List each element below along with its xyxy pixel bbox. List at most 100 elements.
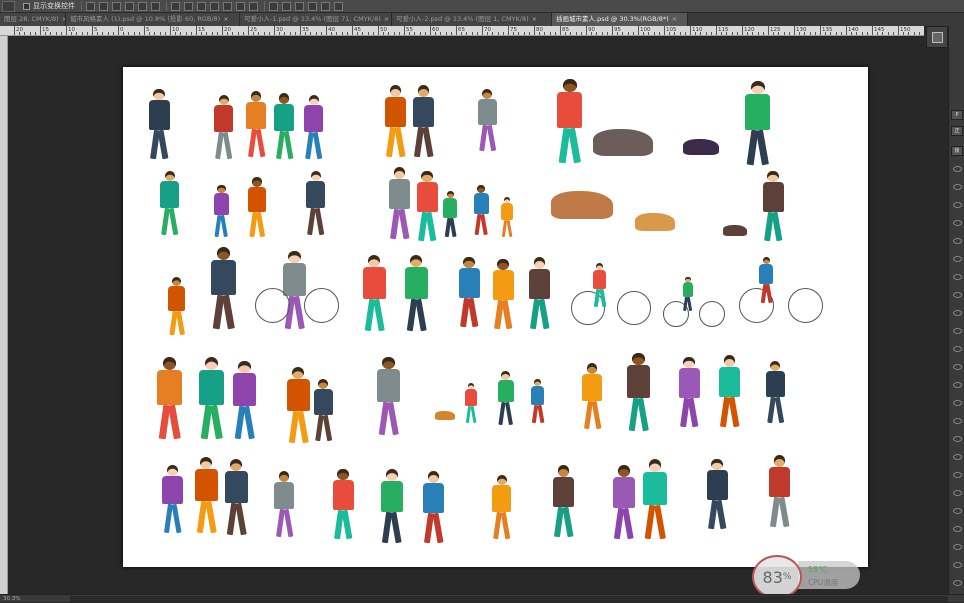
panel-button-p[interactable]: P	[951, 110, 963, 120]
distribute-bottom-icon[interactable]	[197, 1, 206, 11]
horizontal-scrollbar[interactable]	[70, 596, 948, 602]
person-figure	[765, 455, 794, 528]
ruler-tick	[196, 26, 197, 35]
3d-rotate-icon[interactable]	[282, 1, 291, 11]
show-transform-controls-checkbox[interactable]	[23, 2, 30, 10]
person-leg	[220, 214, 229, 238]
ruler-subtick	[518, 32, 520, 35]
person-leg	[504, 402, 514, 426]
ruler-subtick	[466, 32, 468, 35]
3d-mode-icon[interactable]	[269, 1, 278, 11]
person-body	[157, 370, 182, 405]
ruler-subtick	[778, 32, 780, 35]
ruler-subtick	[882, 32, 884, 35]
person-figure	[525, 257, 554, 330]
layer-visibility-eye-icon[interactable]	[953, 256, 962, 262]
3d-roll-icon[interactable]	[295, 1, 304, 11]
align-middle-icon[interactable]	[99, 1, 108, 11]
person-body	[306, 181, 326, 209]
layer-visibility-eye-icon[interactable]	[953, 454, 962, 460]
ruler-subtick	[913, 32, 915, 35]
distribute-center-icon[interactable]	[223, 1, 232, 11]
tab-document-2[interactable]: 城市风格素人 (1).psd @ 10.8% (投影 60, RGB/8) ×	[66, 13, 240, 26]
person-leg	[283, 131, 294, 160]
layer-visibility-eye-icon[interactable]	[953, 238, 962, 244]
person-figure	[639, 459, 671, 540]
3d-drag-icon[interactable]	[308, 1, 317, 11]
panel-toggle[interactable]	[926, 26, 948, 48]
layer-visibility-eye-icon[interactable]	[953, 562, 962, 568]
person-head	[685, 277, 691, 283]
layer-visibility-eye-icon[interactable]	[953, 202, 962, 208]
ruler-subtick	[227, 32, 229, 35]
person-body	[759, 264, 774, 284]
layer-visibility-eye-icon[interactable]	[953, 184, 962, 190]
layer-visibility-eye-icon[interactable]	[953, 346, 962, 352]
ruler-subtick	[211, 32, 213, 35]
person-leg	[537, 404, 544, 424]
person-head	[278, 93, 290, 104]
align-bottom-icon[interactable]	[112, 1, 121, 11]
ruler-subtick	[565, 32, 567, 35]
person-leg	[234, 502, 247, 536]
layer-visibility-eye-icon[interactable]	[953, 274, 962, 280]
person-figure	[271, 93, 297, 160]
ruler-subtick	[336, 32, 338, 35]
person-leg	[255, 129, 266, 158]
person-leg	[394, 126, 406, 158]
layer-visibility-eye-icon[interactable]	[953, 310, 962, 316]
document-canvas[interactable]	[123, 67, 868, 567]
layer-visibility-eye-icon[interactable]	[953, 382, 962, 388]
layer-visibility-eye-icon[interactable]	[953, 364, 962, 370]
close-icon[interactable]: ×	[672, 15, 677, 23]
move-tool-icon[interactable]	[2, 0, 15, 12]
horizontal-ruler[interactable]: 20 15 10 5 0 5 10 15 20 25 30 35 40 45 50 55 60 65 70 75 80 8…	[0, 26, 924, 36]
panel-button-lock[interactable]: 锁	[951, 146, 963, 156]
person-head	[533, 257, 546, 269]
layer-visibility-eye-icon[interactable]	[953, 328, 962, 334]
person-body	[274, 103, 295, 132]
align-left-icon[interactable]	[125, 1, 134, 11]
layer-visibility-eye-icon[interactable]	[953, 526, 962, 532]
ruler-subtick	[736, 32, 738, 35]
distribute-middle-icon[interactable]	[184, 1, 193, 11]
vertical-ruler[interactable]	[0, 36, 8, 594]
3d-scale-icon[interactable]	[334, 1, 343, 11]
close-icon[interactable]: ×	[532, 15, 537, 23]
person-body	[443, 198, 458, 218]
ruler-subtick	[284, 32, 286, 35]
person-head	[496, 475, 507, 486]
close-icon[interactable]: ×	[384, 15, 389, 23]
person-body	[492, 485, 512, 513]
layer-visibility-eye-icon[interactable]	[953, 436, 962, 442]
tab-document-3[interactable]: 可爱小人-1.psd @ 13.4% (图层 71, CMYK/8) ×	[240, 13, 392, 26]
layer-visibility-eye-icon[interactable]	[953, 544, 962, 550]
3d-slide-icon[interactable]	[321, 1, 330, 11]
auto-align-icon[interactable]	[249, 1, 258, 11]
distribute-top-icon[interactable]	[171, 1, 180, 11]
layer-visibility-eye-icon[interactable]	[953, 292, 962, 298]
person-figure	[499, 197, 515, 238]
person-leg	[467, 297, 479, 328]
layer-visibility-eye-icon[interactable]	[953, 220, 962, 226]
layer-visibility-eye-icon[interactable]	[953, 166, 962, 172]
align-top-icon[interactable]	[86, 1, 95, 11]
panel-button-normal[interactable]: 正	[951, 126, 963, 136]
tab-document-1[interactable]: 图层 28, CMYK/8)×	[0, 13, 66, 26]
tab-document-active[interactable]: 插画城市素人.psd @ 30.3%(RGB/8*) ×	[552, 13, 688, 26]
layer-visibility-eye-icon[interactable]	[953, 472, 962, 478]
layer-visibility-eye-icon[interactable]	[953, 580, 962, 586]
distribute-left-icon[interactable]	[210, 1, 219, 11]
align-right-icon[interactable]	[151, 1, 160, 11]
ruler-subtick	[695, 32, 697, 35]
layer-visibility-eye-icon[interactable]	[953, 508, 962, 514]
layer-visibility-eye-icon[interactable]	[953, 490, 962, 496]
layer-visibility-eye-icon[interactable]	[953, 400, 962, 406]
ruler-subtick	[632, 32, 634, 35]
layer-visibility-eye-icon[interactable]	[953, 418, 962, 424]
tab-document-4[interactable]: 可爱小人-2.psd @ 13.4% (图层 1, CMYK/8) ×	[392, 13, 552, 26]
person-figure	[409, 85, 438, 158]
close-icon[interactable]: ×	[223, 15, 228, 23]
distribute-right-icon[interactable]	[236, 1, 245, 11]
align-center-icon[interactable]	[138, 1, 147, 11]
